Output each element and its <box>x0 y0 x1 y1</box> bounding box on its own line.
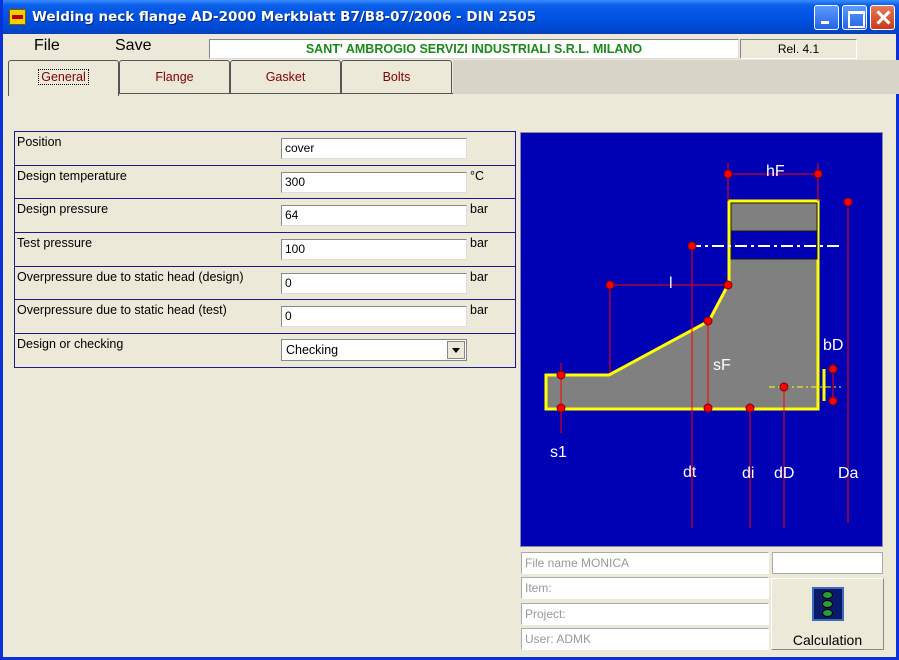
label-sF: sF <box>713 357 731 374</box>
flange-top-band <box>730 202 818 232</box>
static-head-test-label: Overpressure due to static head (test) <box>17 303 227 318</box>
form-row-position: Position cover <box>15 132 515 166</box>
static-head-design-label: Overpressure due to static head (design) <box>17 269 244 284</box>
extra-field[interactable] <box>772 552 883 574</box>
label-bD: bD <box>823 337 844 354</box>
window-title: Welding neck flange AD-2000 Merkblatt B7… <box>32 9 537 25</box>
position-field[interactable]: cover <box>281 138 467 159</box>
design-or-checking-value: Checking <box>286 343 339 358</box>
calculation-button[interactable]: Calculation <box>771 578 884 650</box>
label-s1: s1 <box>550 444 567 461</box>
design-pressure-unit: bar <box>470 202 489 217</box>
design-temperature-unit: °C <box>470 168 485 183</box>
static-head-test-unit: bar <box>470 303 489 318</box>
title-bar[interactable]: Welding neck flange AD-2000 Merkblatt B7… <box>3 0 899 34</box>
design-or-checking-select[interactable]: Checking <box>281 339 467 362</box>
tab-bolts[interactable]: Bolts <box>341 60 452 94</box>
design-pressure-field[interactable]: 64 <box>281 205 467 227</box>
maximize-button[interactable] <box>842 5 867 30</box>
calculation-label: Calculation <box>792 632 863 648</box>
company-banner: SANT' AMBROGIO SERVIZI INDUSTRIALI S.R.L… <box>209 39 739 59</box>
tab-gasket[interactable]: Gasket <box>230 60 341 94</box>
minimize-button[interactable] <box>814 5 839 30</box>
form-row-design-pressure: Design pressure 64 bar <box>15 199 515 234</box>
app-icon[interactable] <box>9 9 26 25</box>
release-label: Rel. 4.1 <box>740 39 857 59</box>
menu-file[interactable]: File <box>34 37 60 55</box>
general-form: Position cover Design temperature 300 °C… <box>14 131 516 368</box>
label-di: di <box>742 465 755 482</box>
close-button[interactable] <box>870 5 895 30</box>
test-pressure-label: Test pressure <box>17 236 93 251</box>
app-window: Welding neck flange AD-2000 Merkblatt B7… <box>0 0 899 660</box>
label-l: l <box>669 275 673 292</box>
label-Da: Da <box>838 465 859 482</box>
form-row-static-head-design: Overpressure due to static head (design)… <box>15 267 515 301</box>
design-pressure-label: Design pressure <box>17 202 109 217</box>
design-temperature-field[interactable]: 300 <box>281 171 467 193</box>
tab-strip-background <box>453 60 899 94</box>
tab-general[interactable]: General <box>8 60 119 96</box>
label-dD: dD <box>774 465 795 482</box>
static-head-test-field[interactable]: 0 <box>281 306 467 328</box>
project-field[interactable]: Project: <box>521 603 769 625</box>
design-temperature-label: Design temperature <box>17 168 127 183</box>
label-hF: hF <box>766 163 785 180</box>
form-row-design-or-checking: Design or checking Checking <box>15 334 515 368</box>
form-row-static-head-test: Overpressure due to static head (test) 0… <box>15 300 515 335</box>
test-pressure-unit: bar <box>470 236 489 251</box>
form-row-test-pressure: Test pressure 100 bar <box>15 233 515 267</box>
file-name-field[interactable]: File name MONICA <box>521 552 769 574</box>
tab-flange[interactable]: Flange <box>119 60 230 94</box>
static-head-design-field[interactable]: 0 <box>281 272 467 294</box>
tab-general-label: General <box>38 69 89 85</box>
dropdown-arrow-icon[interactable] <box>447 341 465 360</box>
test-pressure-field[interactable]: 100 <box>281 239 467 261</box>
label-dt: dt <box>683 464 697 481</box>
user-field[interactable]: User: ADMK <box>521 628 769 650</box>
static-head-design-unit: bar <box>470 269 489 284</box>
position-label: Position <box>17 135 62 149</box>
design-or-checking-label: Design or checking <box>17 337 124 352</box>
form-row-design-temperature: Design temperature 300 °C <box>15 166 515 200</box>
item-field[interactable]: Item: <box>521 577 769 599</box>
menu-save[interactable]: Save <box>115 37 151 55</box>
traffic-light-icon <box>812 587 844 621</box>
flange-drawing: hF l sF bD s1 dt di dD Da <box>520 132 883 547</box>
